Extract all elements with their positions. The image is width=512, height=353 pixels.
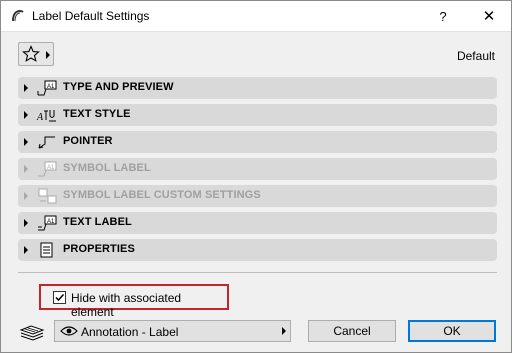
hide-with-element-label[interactable]: Hide with associated element [71, 291, 227, 319]
panel-pointer[interactable]: POINTER [18, 131, 497, 153]
expand-arrow-icon [24, 111, 28, 119]
panel-label: TYPE AND PREVIEW [63, 81, 174, 93]
panel-properties[interactable]: PROPERTIES [18, 239, 497, 261]
panel-label: SYMBOL LABEL CUSTOM SETTINGS [63, 189, 261, 201]
title-bar: Label Default Settings ? ✕ [1, 1, 511, 32]
layer-select-value: Annotation - Label [81, 325, 179, 339]
symbol-custom-icon [38, 188, 57, 204]
panel-type-and-preview[interactable]: A1 TYPE AND PREVIEW [18, 77, 497, 99]
star-icon [22, 45, 40, 62]
panel-symbol-label-custom-settings: SYMBOL LABEL CUSTOM SETTINGS [18, 185, 497, 207]
svg-text:A1: A1 [47, 219, 55, 225]
checkmark-icon [55, 293, 65, 302]
panel-text-label[interactable]: A1 TEXT LABEL [18, 212, 497, 234]
symbol-label-icon: A1 [38, 161, 57, 177]
layer-settings-icon[interactable] [18, 321, 46, 341]
svg-text:A1: A1 [47, 165, 55, 171]
svg-text:A: A [36, 112, 44, 123]
label-default-settings-dialog: Label Default Settings ? ✕ Default A1 TY… [0, 0, 512, 353]
expand-arrow-icon [24, 84, 28, 92]
panel-text-style[interactable]: A TEXT STYLE [18, 104, 497, 126]
expand-arrow-icon [24, 192, 28, 200]
text-label-icon: A1 [38, 215, 57, 231]
expand-arrow-icon [24, 138, 28, 146]
panel-label: SYMBOL LABEL [63, 162, 151, 174]
favorites-button[interactable] [18, 42, 54, 66]
ok-button[interactable]: OK [408, 320, 496, 342]
help-button[interactable]: ? [431, 7, 455, 27]
cancel-button[interactable]: Cancel [308, 320, 396, 342]
archicad-app-icon [12, 9, 24, 22]
separator [18, 272, 497, 273]
properties-icon [40, 242, 53, 258]
eye-icon [60, 326, 78, 336]
svg-text:A1: A1 [47, 84, 55, 90]
text-style-icon: A [36, 110, 56, 123]
window-title: Label Default Settings [32, 9, 150, 23]
expand-arrow-icon [24, 165, 28, 173]
expand-arrow-icon [24, 219, 28, 227]
panel-label: POINTER [63, 135, 113, 147]
label-preview-icon: A1 [37, 80, 57, 96]
dropdown-arrow-icon [46, 51, 50, 59]
panel-label: PROPERTIES [63, 243, 135, 255]
dropdown-arrow-icon [282, 327, 286, 335]
panel-label: TEXT STYLE [63, 108, 131, 120]
close-button[interactable]: ✕ [477, 6, 501, 28]
pointer-icon [38, 136, 55, 149]
expand-arrow-icon [24, 246, 28, 254]
preset-name: Default [456, 49, 495, 63]
panel-label: TEXT LABEL [63, 216, 132, 228]
hide-with-element-highlight: Hide with associated element [39, 284, 229, 319]
hide-with-element-checkbox[interactable] [53, 291, 66, 304]
panel-symbol-label: A1 SYMBOL LABEL [18, 158, 497, 180]
layer-select[interactable]: Annotation - Label [54, 320, 291, 342]
